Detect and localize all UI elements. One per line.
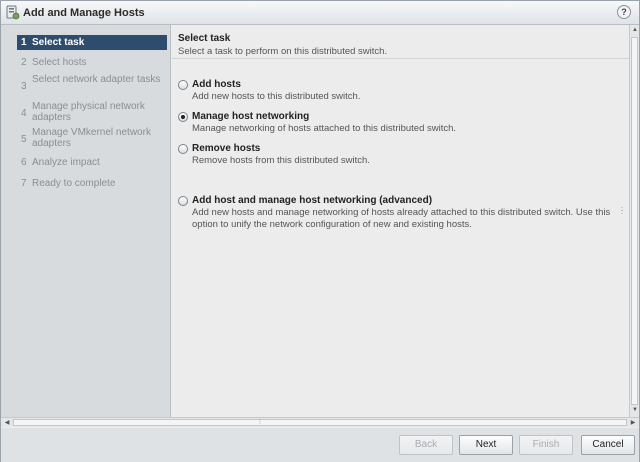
vertical-scroll-thumb[interactable] — [631, 37, 638, 405]
scroll-grip-icon: ⋮ — [257, 419, 263, 425]
step-label: Select network adapter tasks — [32, 74, 161, 85]
horizontal-scroll-thumb[interactable] — [13, 419, 627, 426]
step-label: Ready to complete — [32, 178, 116, 189]
hosts-wizard-icon — [6, 5, 20, 20]
step-number: 4 — [21, 108, 27, 119]
option-label: Add hosts — [192, 79, 241, 90]
step-number: 3 — [21, 81, 27, 92]
dialog-title: Add and Manage Hosts — [23, 7, 145, 19]
cancel-button[interactable]: Cancel — [581, 435, 635, 455]
horizontal-scrollbar[interactable]: ◀ ⋮ ▶ — [1, 417, 639, 427]
radio-manage-host-networking[interactable] — [178, 112, 188, 122]
panel-resize-grip[interactable]: :: — [621, 206, 627, 216]
step-number: 2 — [21, 57, 27, 68]
radio-add-hosts[interactable] — [178, 80, 188, 90]
step-number: 7 — [21, 178, 27, 189]
radio-add-and-manage-advanced[interactable] — [178, 196, 188, 206]
wizard-steps-panel: 1 Select task 2 Select hosts 3 Select ne… — [1, 25, 171, 417]
option-description: Add new hosts to this distributed switch… — [192, 91, 361, 102]
step-label: Manage physical network adapters — [32, 101, 145, 123]
wizard-step-select-task[interactable]: 1 Select task — [17, 35, 167, 50]
page-title: Select task — [178, 33, 231, 44]
dialog-footer: Back Next Finish Cancel — [1, 428, 639, 462]
step-number: 5 — [21, 134, 27, 145]
title-bar[interactable]: Add and Manage Hosts ? — [1, 1, 639, 25]
step-number: 1 — [21, 37, 27, 48]
option-label: Remove hosts — [192, 143, 261, 154]
back-button[interactable]: Back — [399, 435, 453, 455]
radio-remove-hosts[interactable] — [178, 144, 188, 154]
scroll-left-icon[interactable]: ◀ — [3, 419, 11, 426]
help-icon[interactable]: ? — [617, 5, 631, 19]
next-button[interactable]: Next — [459, 435, 513, 455]
content-pane: Select task Select a task to perform on … — [172, 25, 629, 417]
option-label: Manage host networking — [192, 111, 310, 122]
step-label: Select task — [32, 37, 85, 48]
vertical-scrollbar[interactable]: ▲ ▼ — [629, 25, 639, 417]
scroll-right-icon[interactable]: ▶ — [629, 419, 637, 426]
scroll-down-icon[interactable]: ▼ — [631, 407, 639, 415]
option-description: Manage networking of hosts attached to t… — [192, 123, 457, 134]
step-label: Select hosts — [32, 57, 87, 68]
add-manage-hosts-dialog: Add and Manage Hosts ? 1 Select task 2 S… — [0, 0, 640, 462]
content-header: Select task Select a task to perform on … — [172, 25, 629, 59]
finish-button[interactable]: Finish — [519, 435, 573, 455]
page-subtitle: Select a task to perform on this distrib… — [178, 46, 388, 57]
option-description: Add new hosts and manage networking of h… — [192, 207, 611, 230]
step-label: Analyze impact — [32, 157, 100, 168]
step-number: 6 — [21, 157, 27, 168]
step-label: Manage VMkernel network adapters — [32, 127, 151, 149]
option-description: Remove hosts from this distributed switc… — [192, 155, 370, 166]
option-label: Add host and manage host networking (adv… — [192, 195, 433, 206]
scroll-up-icon[interactable]: ▲ — [631, 27, 639, 35]
